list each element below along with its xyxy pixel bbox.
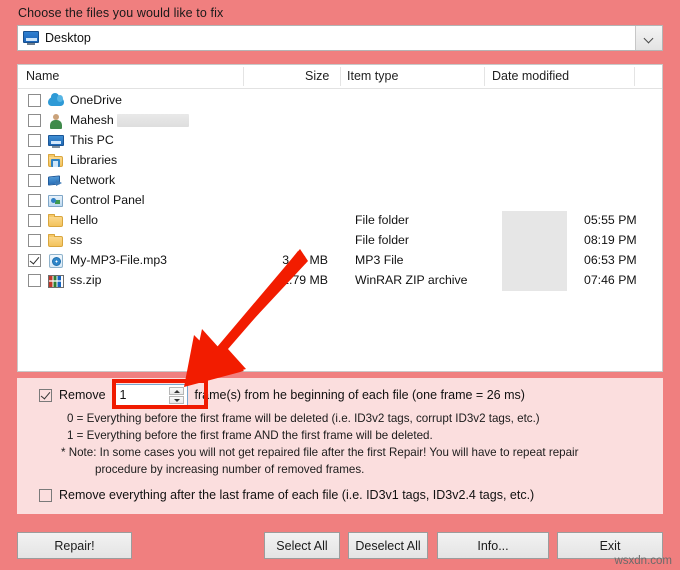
folder-icon <box>48 213 64 229</box>
onedrive-cloud-icon <box>48 93 64 109</box>
row-checkbox[interactable] <box>28 174 41 187</box>
note-line-1: 0 = Everything before the first frame wi… <box>67 412 540 425</box>
column-header-date-modified[interactable]: Date modified <box>492 69 569 83</box>
table-row[interactable]: Control Panel <box>18 191 662 211</box>
file-list[interactable]: Name Size Item type Date modified OneDri… <box>17 64 663 372</box>
column-header-name[interactable]: Name <box>26 69 59 83</box>
repair-button[interactable]: Repair! <box>17 532 132 559</box>
redaction-bar <box>502 251 567 271</box>
remove-frames-prefix-label: Remove <box>59 388 106 402</box>
chevron-down-icon <box>645 34 654 43</box>
remove-last-frame-label: Remove everything after the last frame o… <box>59 488 535 502</box>
row-item-type: File folder <box>355 213 409 227</box>
column-header-size[interactable]: Size <box>305 69 329 83</box>
row-item-type: WinRAR ZIP archive <box>355 273 468 287</box>
row-date-modified: 08:19 PM <box>584 233 637 247</box>
row-name: OneDrive <box>70 93 122 107</box>
control-panel-icon <box>48 193 64 209</box>
watermark: wsxdn.com <box>614 555 672 567</box>
row-name: Network <box>70 173 116 187</box>
row-date-modified: 06:53 PM <box>584 253 637 267</box>
path-combobox-dropdown-button[interactable] <box>635 26 662 50</box>
column-header-item-type[interactable]: Item type <box>347 69 398 83</box>
redaction-bar <box>502 231 567 251</box>
frames-count-value: 1 <box>119 388 127 402</box>
row-item-type: MP3 File <box>355 253 404 267</box>
row-name: Mahesh <box>70 113 189 128</box>
row-name: Control Panel <box>70 193 145 207</box>
remove-frames-option-row: Remove 1 frame(s) from he beginning of e… <box>39 384 525 406</box>
network-icon <box>48 173 64 189</box>
row-name: Hello <box>70 213 99 227</box>
row-checkbox[interactable] <box>28 134 41 147</box>
redaction-bar <box>116 114 189 128</box>
row-checkbox[interactable] <box>28 214 41 227</box>
winrar-zip-icon <box>48 273 64 289</box>
remove-frames-suffix-label: frame(s) from he beginning of each file … <box>194 388 525 402</box>
row-checkbox[interactable] <box>28 274 41 287</box>
row-name: Libraries <box>70 153 118 167</box>
row-checkbox[interactable] <box>28 234 41 247</box>
page-title: Choose the files you would like to fix <box>18 6 224 20</box>
row-date-modified: 07:46 PM <box>584 273 637 287</box>
row-item-type: File folder <box>355 233 409 247</box>
table-row[interactable]: Mahesh <box>18 111 662 131</box>
mp3-file-icon <box>48 253 64 269</box>
row-checkbox[interactable] <box>28 94 41 107</box>
table-row[interactable]: OneDrive <box>18 91 662 111</box>
row-date-modified: 05:55 PM <box>584 213 637 227</box>
this-pc-icon <box>48 133 64 149</box>
table-row[interactable]: ss.zip 2.79 MB WinRAR ZIP archive 07:46 PM <box>18 271 662 291</box>
path-combobox-value: Desktop <box>45 31 91 45</box>
row-checkbox[interactable] <box>28 114 41 127</box>
path-combobox[interactable]: Desktop <box>17 25 663 51</box>
row-name: ss.zip <box>70 273 102 287</box>
user-account-icon <box>48 113 64 129</box>
remove-frames-checkbox[interactable] <box>39 388 52 402</box>
note-line-2: 1 = Everything before the first frame AN… <box>67 429 433 442</box>
remove-last-frame-option-row: Remove everything after the last frame o… <box>39 488 534 502</box>
table-row[interactable]: My-MP3-File.mp3 3.62 MB MP3 File 06:53 PM <box>18 251 662 271</box>
libraries-folder-icon <box>48 153 64 169</box>
info-button[interactable]: Info... <box>437 532 549 559</box>
row-size: 3.62 MB <box>282 253 328 267</box>
row-name: My-MP3-File.mp3 <box>70 253 168 267</box>
table-row[interactable]: Hello File folder 05:55 PM <box>18 211 662 231</box>
row-name: This PC <box>70 133 114 147</box>
redaction-bar <box>502 211 567 231</box>
deselect-all-button[interactable]: Deselect All <box>348 532 428 559</box>
file-list-rows: OneDrive Mahesh This PC Libraries Network Con… <box>18 89 662 291</box>
note-line-3: * Note: In some cases you will not get r… <box>61 446 579 459</box>
options-panel: Remove 1 frame(s) from he beginning of e… <box>17 378 663 514</box>
row-checkbox[interactable] <box>28 154 41 167</box>
note-line-4: procedure by increasing number of remove… <box>95 463 365 476</box>
table-row[interactable]: Network <box>18 171 662 191</box>
stepper-up-icon[interactable] <box>168 387 184 395</box>
table-row[interactable]: This PC <box>18 131 662 151</box>
remove-last-frame-checkbox[interactable] <box>39 488 52 502</box>
table-row[interactable]: ss File folder 08:19 PM <box>18 231 662 251</box>
monitor-icon <box>22 30 40 46</box>
file-list-header: Name Size Item type Date modified <box>18 65 662 89</box>
table-row[interactable]: Libraries <box>18 151 662 171</box>
frames-count-stepper[interactable]: 1 <box>113 384 188 406</box>
row-checkbox[interactable] <box>28 194 41 207</box>
select-all-button[interactable]: Select All <box>264 532 340 559</box>
row-name: ss <box>70 233 83 247</box>
stepper-down-icon[interactable] <box>168 396 184 404</box>
redaction-bar <box>502 271 567 291</box>
row-size: 2.79 MB <box>282 273 328 287</box>
folder-icon <box>48 233 64 249</box>
row-checkbox[interactable] <box>28 254 41 267</box>
